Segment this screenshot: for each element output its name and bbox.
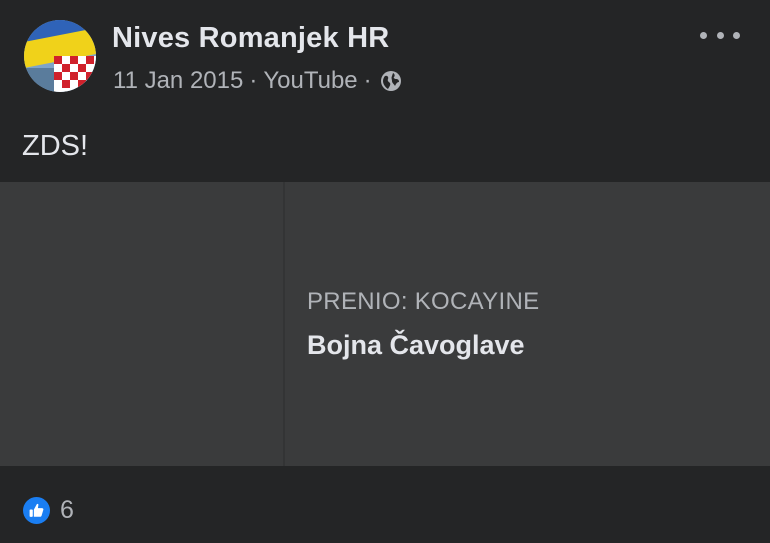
reaction-count: 6 — [60, 496, 74, 524]
post-header: Nives Romanjek HR 11 Jan 2015 · YouTube … — [0, 0, 770, 120]
post-text: ZDS! — [22, 130, 89, 162]
link-domain: PRENIO: KOCAYINE — [307, 288, 540, 315]
more-dot — [700, 31, 707, 39]
globe-icon — [380, 70, 402, 92]
post-meta: 11 Jan 2015 · YouTube · — [113, 67, 402, 95]
more-dot — [716, 31, 724, 39]
post-card: Nives Romanjek HR 11 Jan 2015 · YouTube … — [0, 0, 770, 543]
meta-separator: · — [249, 67, 258, 94]
link-title[interactable]: Bojna Čavoglave — [307, 330, 747, 361]
avatar[interactable] — [24, 20, 96, 92]
meta-separator: · — [363, 67, 372, 94]
more-dot — [733, 31, 740, 39]
post-author[interactable]: Nives Romanjek HR — [112, 22, 389, 55]
avatar-image — [24, 20, 96, 92]
link-preview-card[interactable]: PRENIO: KOCAYINE Bojna Čavoglave — [0, 182, 770, 466]
post-date[interactable]: 11 Jan 2015 — [113, 67, 243, 95]
like-icon — [23, 497, 50, 524]
reactions-summary[interactable]: 6 — [23, 496, 74, 525]
more-options-icon[interactable] — [700, 24, 740, 46]
post-source: YouTube — [263, 67, 358, 94]
link-thumbnail[interactable] — [0, 182, 285, 466]
link-info: PRENIO: KOCAYINE Bojna Čavoglave — [307, 288, 747, 361]
post-footer: 6 — [0, 466, 770, 543]
